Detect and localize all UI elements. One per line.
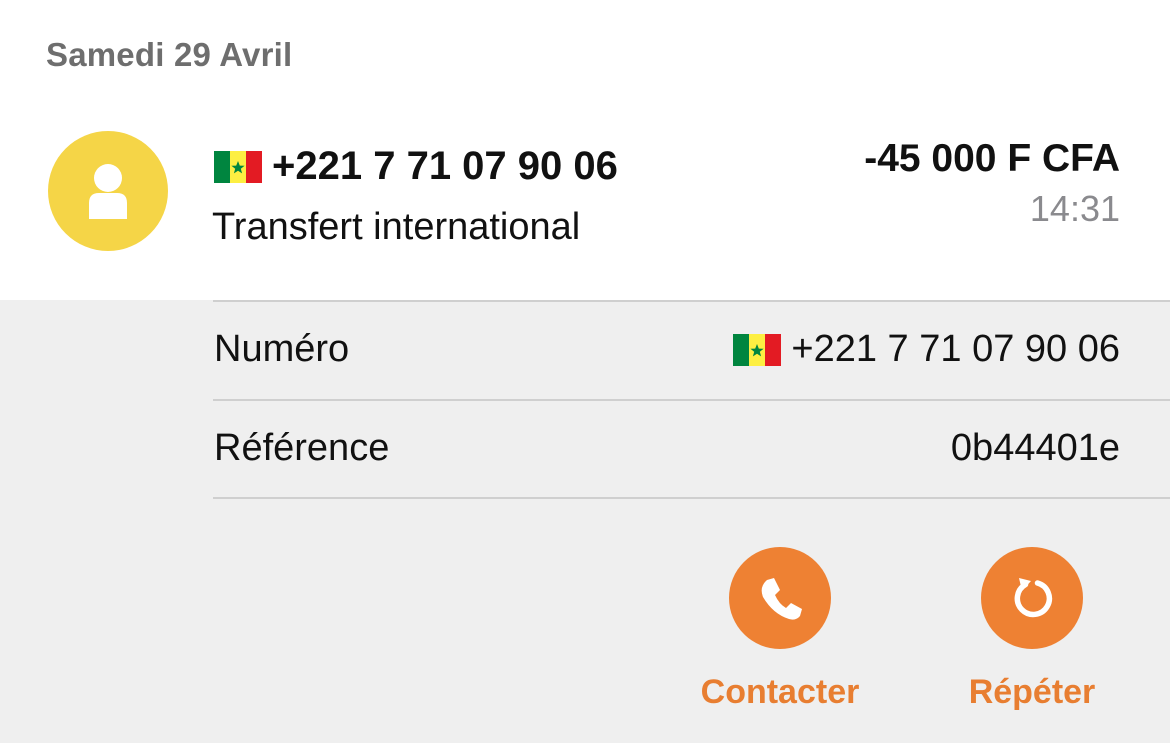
transaction-type: Transfert international <box>212 206 581 248</box>
avatar <box>48 131 168 251</box>
detail-label-numero: Numéro <box>214 328 350 370</box>
contact-button-label[interactable]: Contacter <box>680 673 880 712</box>
detail-phone: +221 7 71 07 90 06 <box>791 328 1120 370</box>
transaction-row[interactable]: +221 7 71 07 90 06 Transfert internation… <box>0 100 1170 300</box>
transaction-title: +221 7 71 07 90 06 <box>214 144 618 189</box>
contact-button[interactable]: Contacter <box>680 547 880 712</box>
person-icon <box>89 164 127 219</box>
divider <box>213 300 1170 302</box>
transaction-phone: +221 7 71 07 90 06 <box>272 144 618 188</box>
senegal-flag-icon <box>733 333 782 366</box>
phone-icon <box>761 578 802 620</box>
divider <box>213 497 1170 499</box>
contact-button-circle[interactable] <box>729 547 831 649</box>
repeat-icon <box>1014 578 1053 618</box>
senegal-flag-icon <box>214 150 262 183</box>
repeat-button-label[interactable]: Répéter <box>932 673 1132 712</box>
date-header: Samedi 29 Avril <box>46 36 293 73</box>
repeat-button[interactable]: Répéter <box>932 547 1132 712</box>
transaction-time: 14:31 <box>1029 188 1120 229</box>
detail-value-numero: +221 7 71 07 90 06 <box>733 328 1120 371</box>
detail-label-reference: Référence <box>214 427 390 469</box>
detail-value-reference: 0b44401e <box>950 427 1120 469</box>
divider <box>213 399 1170 401</box>
transaction-amount: -45 000 F CFA <box>864 137 1120 180</box>
repeat-button-circle[interactable] <box>981 547 1083 649</box>
details-panel: Numéro +221 7 71 07 90 06 Référence 0b44… <box>0 300 1170 743</box>
